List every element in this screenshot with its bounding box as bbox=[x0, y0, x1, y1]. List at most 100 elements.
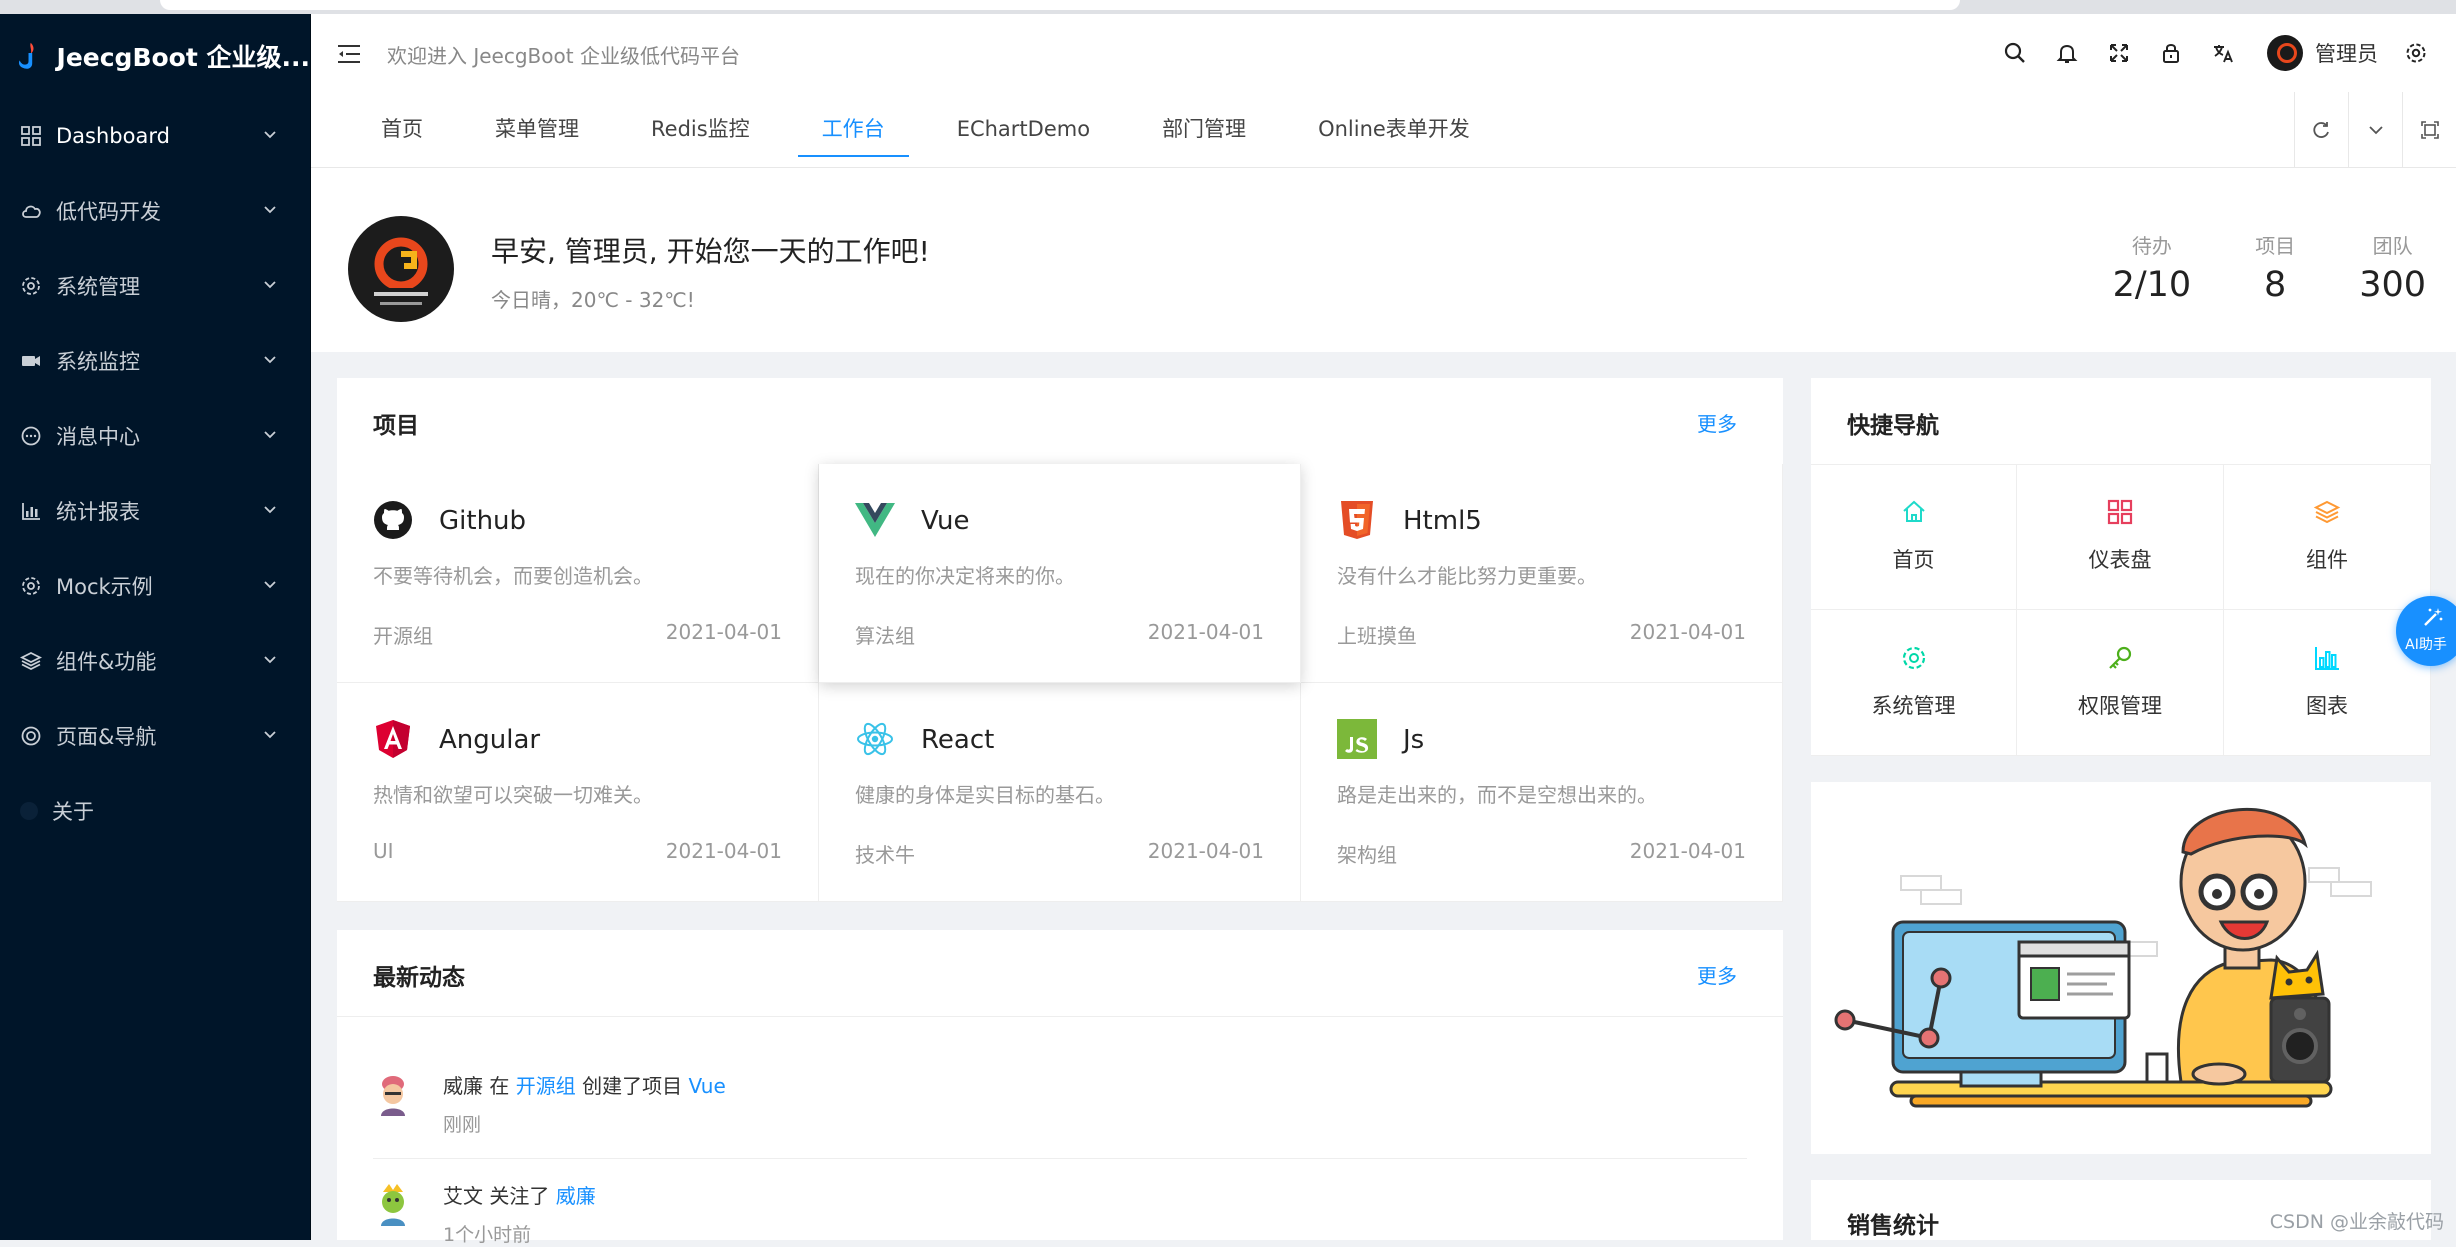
shortcut-components[interactable]: 组件 bbox=[2224, 464, 2431, 610]
sidebar-item-monitor[interactable]: 系统监控 bbox=[0, 323, 310, 398]
sidebar-item-pages[interactable]: 页面&导航 bbox=[0, 698, 310, 773]
project-name: Angular bbox=[439, 725, 541, 755]
card-title: 快捷导航 bbox=[1847, 413, 1939, 439]
project-grid: Github 不要等待机会，而要创造机会。 开源组 2021-04-01 Vue… bbox=[337, 464, 1783, 902]
html5-icon bbox=[1341, 501, 1373, 539]
tab-dropdown-button[interactable] bbox=[2348, 92, 2402, 167]
tab-redis-monitor[interactable]: Redis监控 bbox=[615, 92, 786, 167]
chevron-down-icon bbox=[264, 356, 276, 364]
address-bar[interactable] bbox=[160, 0, 1960, 10]
sidebar-item-label: 组件&功能 bbox=[56, 649, 157, 674]
sidebar-item-components[interactable]: 组件&功能 bbox=[0, 623, 310, 698]
stat-team: 团队 300 bbox=[2359, 230, 2426, 305]
bar-chart-icon bbox=[22, 502, 40, 520]
sidebar-item-mock[interactable]: Mock示例 bbox=[0, 548, 310, 623]
magic-wand-icon bbox=[2424, 608, 2443, 626]
refresh-tab-button[interactable] bbox=[2294, 92, 2348, 167]
message-icon bbox=[21, 426, 41, 445]
chevron-down-icon bbox=[264, 731, 276, 739]
stat-label: 待办 bbox=[2131, 234, 2172, 258]
shortcut-dashboard[interactable]: 仪表盘 bbox=[2017, 464, 2224, 610]
angular-icon bbox=[376, 720, 410, 758]
bar-chart-icon bbox=[2315, 647, 2339, 670]
chevron-down-icon bbox=[264, 281, 276, 289]
project-group: UI bbox=[373, 839, 394, 863]
stat-label: 团队 bbox=[2372, 234, 2413, 258]
sidebar-item-reports[interactable]: 统计报表 bbox=[0, 473, 310, 548]
activity-user: 威廉 bbox=[443, 1074, 483, 1098]
project-item[interactable]: Html5 没有什么才能比努力更重要。 上班摸鱼 2021-04-01 bbox=[1301, 464, 1783, 683]
tab-home[interactable]: 首页 bbox=[345, 92, 459, 167]
shortcut-home[interactable]: 首页 bbox=[1811, 464, 2017, 610]
card-title: 项目 bbox=[373, 413, 419, 439]
search-icon[interactable] bbox=[2003, 41, 2027, 65]
gear-icon bbox=[22, 576, 40, 595]
sidebar: JeecgBoot 企业级... Dashboard 低代码开发 系统管理 系统… bbox=[0, 14, 311, 1240]
watermark: CSDN @业余敲代码 bbox=[2269, 1211, 2444, 1233]
project-item[interactable]: Vue 现在的你决定将来的你。 算法组 2021-04-01 bbox=[819, 464, 1301, 683]
username[interactable]: 管理员 bbox=[2315, 38, 2378, 68]
activity-target-link[interactable]: 威廉 bbox=[556, 1184, 596, 1208]
tab-menu-management[interactable]: 菜单管理 bbox=[459, 92, 615, 167]
project-item[interactable]: React 健康的身体是实目标的基石。 技术牛 2021-04-01 bbox=[819, 683, 1301, 902]
dashboard-icon bbox=[21, 125, 41, 146]
project-date: 2021-04-01 bbox=[665, 620, 782, 644]
activity-object-link[interactable]: Vue bbox=[688, 1074, 725, 1098]
project-name: Js bbox=[1403, 725, 1425, 755]
stat-projects: 项目 8 bbox=[2255, 230, 2295, 305]
bell-icon[interactable] bbox=[2055, 41, 2079, 65]
fullscreen-icon[interactable] bbox=[2107, 41, 2131, 65]
activity-target-link[interactable]: 开源组 bbox=[516, 1074, 576, 1098]
project-date: 2021-04-01 bbox=[1629, 620, 1746, 644]
project-date: 2021-04-01 bbox=[665, 839, 782, 863]
lock-icon[interactable] bbox=[2159, 41, 2183, 65]
sidebar-item-dashboard[interactable]: Dashboard bbox=[0, 98, 310, 173]
project-group: 技术牛 bbox=[855, 843, 915, 867]
gear-icon bbox=[22, 276, 40, 295]
shortcut-grid: 首页 仪表盘 组件 系统管理 权限管理 图表 bbox=[1811, 464, 2431, 756]
maximize-tab-button[interactable] bbox=[2402, 92, 2456, 167]
translate-icon[interactable] bbox=[2211, 41, 2235, 65]
project-date: 2021-04-01 bbox=[1629, 839, 1746, 863]
tab-department[interactable]: 部门管理 bbox=[1126, 92, 1282, 167]
project-item[interactable]: Js 路是走出来的，而不是空想出来的。 架构组 2021-04-01 bbox=[1301, 683, 1783, 902]
sidebar-item-about[interactable]: 关于 bbox=[0, 773, 310, 848]
activity-user: 艾文 bbox=[443, 1184, 483, 1208]
jeecg-logo-icon bbox=[18, 42, 34, 69]
browser-chrome-strip bbox=[0, 0, 2456, 14]
project-item[interactable]: Github 不要等待机会，而要创造机会。 开源组 2021-04-01 bbox=[337, 464, 819, 683]
menu-fold-icon[interactable] bbox=[336, 43, 362, 65]
sidebar-item-messages[interactable]: 消息中心 bbox=[0, 398, 310, 473]
card-title: 销售统计 bbox=[1847, 1213, 1939, 1239]
shortcut-label: 权限管理 bbox=[2078, 694, 2162, 718]
more-link[interactable]: 更多 bbox=[1697, 960, 1737, 989]
project-desc: 没有什么才能比努力更重要。 bbox=[1337, 564, 1597, 588]
ai-assistant-label: AI助手 bbox=[2405, 637, 2447, 653]
project-date: 2021-04-01 bbox=[1147, 620, 1264, 644]
chevron-down-icon bbox=[264, 656, 276, 664]
tab-online-form[interactable]: Online表单开发 bbox=[1282, 92, 1506, 167]
project-name: React bbox=[921, 725, 995, 755]
user-avatar[interactable] bbox=[2267, 35, 2303, 71]
brand[interactable]: JeecgBoot 企业级... bbox=[0, 14, 310, 98]
dashboard-grid-icon bbox=[2107, 499, 2133, 525]
sidebar-item-label: 统计报表 bbox=[56, 499, 140, 524]
user-avatar-icon bbox=[381, 1076, 405, 1116]
project-name: Github bbox=[439, 506, 527, 536]
gear-icon[interactable] bbox=[2404, 41, 2428, 65]
shortcut-system[interactable]: 系统管理 bbox=[1811, 610, 2017, 756]
tab-workbench[interactable]: 工作台 bbox=[786, 92, 921, 167]
card-header: 快捷导航 bbox=[1811, 378, 2431, 465]
header-actions: 管理员 bbox=[2003, 14, 2456, 92]
cloud-icon bbox=[22, 205, 41, 218]
more-link[interactable]: 更多 bbox=[1697, 408, 1737, 437]
sidebar-item-lowcode[interactable]: 低代码开发 bbox=[0, 173, 310, 248]
project-desc: 不要等待机会，而要创造机会。 bbox=[373, 564, 653, 588]
stat-value: 2/10 bbox=[2112, 265, 2192, 305]
tab-echart-demo[interactable]: EChartDemo bbox=[921, 92, 1126, 167]
sidebar-item-label: 关于 bbox=[52, 799, 94, 824]
shortcut-permissions[interactable]: 权限管理 bbox=[2017, 610, 2224, 756]
project-item[interactable]: Angular 热情和欲望可以突破一切难关。 UI 2021-04-01 bbox=[337, 683, 819, 902]
sidebar-item-system[interactable]: 系统管理 bbox=[0, 248, 310, 323]
activity-time: 1个小时前 bbox=[443, 1224, 532, 1246]
